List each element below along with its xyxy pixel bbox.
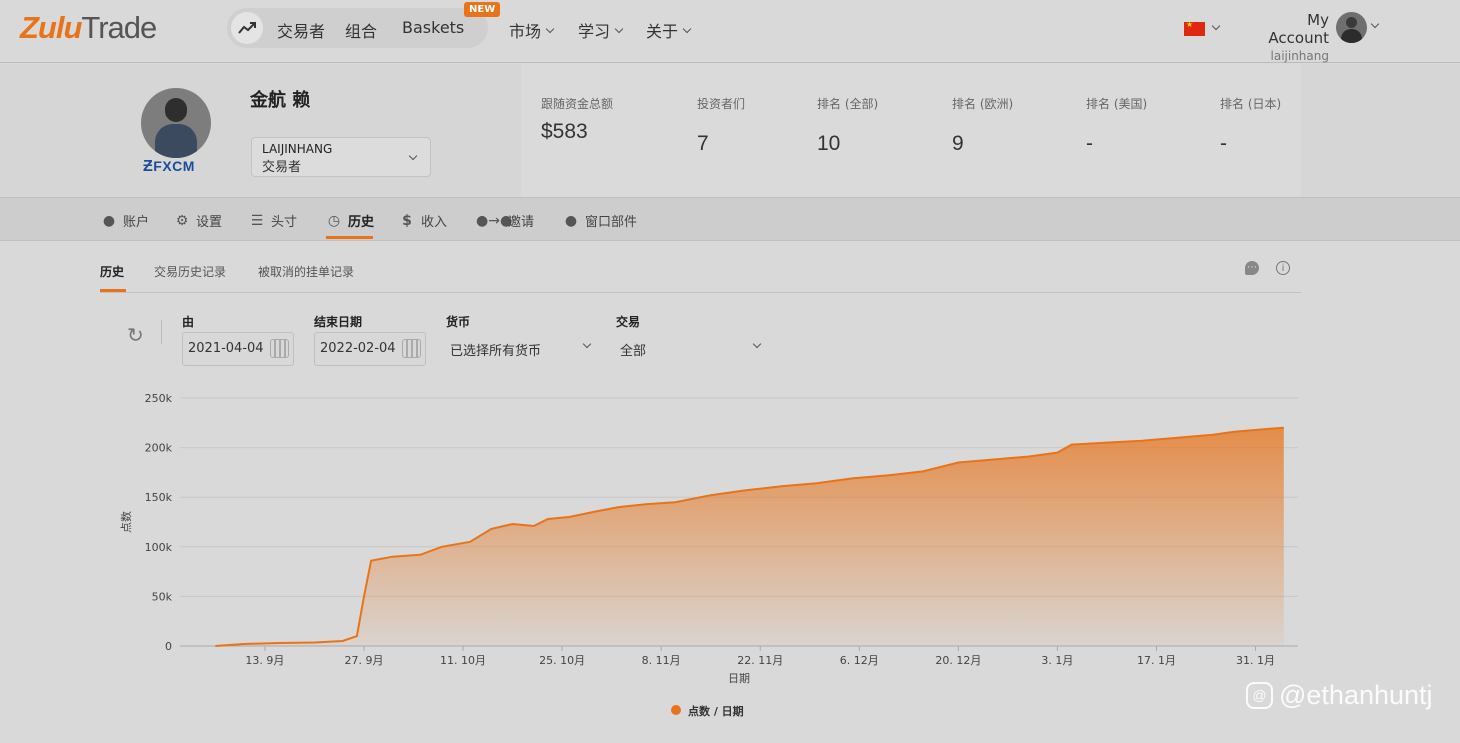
x-tick-label: 20. 12月	[935, 654, 981, 667]
x-tick-label: 3. 1月	[1041, 654, 1073, 667]
subtab-trade-history[interactable]: 交易历史记录	[154, 263, 226, 280]
list-icon: ☰	[250, 212, 264, 229]
x-tick-label: 31. 1月	[1236, 654, 1275, 667]
widget-icon: ●	[564, 212, 578, 229]
x-tick-label: 6. 12月	[840, 654, 879, 667]
info-icon[interactable]: i	[1276, 261, 1290, 275]
chevron-down-icon	[545, 24, 555, 33]
nav-traders[interactable]: 交易者	[277, 18, 325, 42]
new-badge: NEW	[464, 2, 501, 17]
x-tick-label: 27. 9月	[344, 654, 383, 667]
stat-rank-all: 排名 (全部) 10	[817, 97, 879, 155]
y-axis-label: 点数	[120, 511, 133, 533]
calendar-icon[interactable]	[270, 339, 289, 358]
stat-rank-us: 排名 (美国) -	[1086, 97, 1148, 155]
menu-learn[interactable]: 学习	[578, 18, 624, 42]
legend-label: 点数 / 日期	[688, 704, 744, 718]
active-subtab-indicator	[100, 289, 126, 292]
x-axis-label: 日期	[728, 672, 750, 685]
menu-about[interactable]: 关于	[646, 18, 692, 42]
chevron-down-icon[interactable]	[1211, 21, 1221, 31]
dollar-icon: $	[402, 212, 412, 229]
china-flag-icon[interactable]	[1184, 20, 1205, 36]
nav-baskets[interactable]: Baskets	[402, 18, 464, 37]
tab-account[interactable]: ● 账户	[101, 211, 149, 231]
trader-profile: ƵFXCM 金航 赖 LAIJINHANG 交易者 跟随资金总额 $583 投资者…	[0, 64, 1460, 197]
stat-follower-funds: 跟随资金总额 $583	[541, 97, 614, 143]
x-tick-label: 25. 10月	[539, 654, 585, 667]
y-tick-label: 250k	[145, 392, 173, 405]
nav-pill: 交易者 组合 Baskets	[227, 8, 488, 48]
user-icon: ●	[102, 212, 116, 229]
chevron-down-icon[interactable]	[1370, 19, 1380, 29]
tab-invite[interactable]: ●→● 邀请	[476, 211, 534, 231]
divider	[161, 320, 162, 344]
stat-rank-japan: 排名 (日本) -	[1220, 97, 1282, 155]
chevron-down-icon	[614, 24, 624, 33]
x-tick-label: 17. 1月	[1137, 654, 1176, 667]
currency-select[interactable]: 已选择所有货币	[450, 339, 594, 359]
account-selector[interactable]: LAIJINHANG 交易者	[251, 137, 431, 177]
y-tick-label: 200k	[145, 442, 173, 455]
gear-icon: ⚙	[175, 212, 189, 229]
x-tick-label: 13. 9月	[245, 654, 284, 667]
from-date-input[interactable]: 2021-04-04	[182, 332, 294, 366]
trade-select[interactable]: 全部	[620, 339, 764, 359]
chevron-down-icon	[582, 339, 592, 349]
stats-panel: 跟随资金总额 $583 投资者们 7 排名 (全部) 10 排名 (欧洲) 9 排名 (…	[521, 64, 1301, 197]
to-label: 结束日期	[314, 315, 363, 329]
points-chart: 0 50k 100k 150k 200k 250k 13. 9月 27. 9月 11. 10月 2…	[120, 392, 1298, 718]
broker-logo: ƵFXCM	[143, 158, 195, 175]
x-tick-label: 11. 10月	[440, 654, 486, 667]
active-tab-indicator	[326, 236, 373, 239]
comment-icon[interactable]: ⋯	[1245, 261, 1259, 275]
chevron-down-icon	[682, 24, 692, 33]
nav-portfolio[interactable]: 组合	[345, 18, 377, 42]
stat-rank-europe: 排名 (欧洲) 9	[952, 97, 1014, 155]
x-tick-label: 8. 11月	[642, 654, 681, 667]
y-tick-label: 0	[165, 640, 172, 653]
series-area	[215, 427, 1284, 646]
subtab-divider	[100, 292, 1301, 293]
trader-avatar	[141, 88, 211, 158]
subtab-cancelled-orders[interactable]: 被取消的挂单记录	[258, 263, 354, 280]
stat-investors: 投资者们 7	[697, 97, 746, 155]
calendar-icon[interactable]	[402, 339, 421, 358]
my-account[interactable]: My Account laijinhang	[1242, 11, 1329, 63]
y-tick-label: 100k	[145, 541, 173, 554]
trader-name: 金航 赖	[250, 90, 311, 111]
invite-icon: ●→●	[476, 212, 513, 229]
profile-tabs: ● 账户 ⚙ 设置 ☰ 头寸 ◷ 历史 $ 收入 ●→● 邀请 ● 窗口部件	[0, 197, 1460, 241]
legend-marker	[671, 705, 681, 715]
weibo-icon: @	[1246, 682, 1273, 709]
watermark: @ @ethanhuntj	[1246, 680, 1433, 711]
tab-history[interactable]: ◷ 历史	[326, 211, 374, 231]
trade-label: 交易	[616, 315, 641, 329]
tab-positions[interactable]: ☰ 头寸	[249, 211, 297, 231]
tab-settings[interactable]: ⚙ 设置	[174, 211, 222, 231]
top-navbar: ZuluTrade 交易者 组合 Baskets NEW 市场 学习 关于 My…	[0, 0, 1460, 63]
zulutrade-logo[interactable]: ZuluTrade	[20, 10, 157, 46]
x-tick-label: 22. 11月	[737, 654, 783, 667]
y-tick-label: 150k	[145, 491, 173, 504]
y-tick-label: 50k	[152, 590, 173, 603]
clock-icon: ◷	[327, 212, 341, 229]
currency-label: 货币	[446, 315, 471, 329]
refresh-icon[interactable]: ↻	[127, 323, 144, 347]
tab-income[interactable]: $ 收入	[399, 211, 447, 231]
account-avatar[interactable]	[1336, 12, 1367, 43]
trending-icon[interactable]	[231, 12, 263, 44]
from-label: 由	[182, 315, 195, 329]
menu-markets[interactable]: 市场	[509, 18, 555, 42]
chevron-down-icon	[752, 339, 762, 349]
subtab-history[interactable]: 历史	[100, 263, 124, 280]
to-date-input[interactable]: 2022-02-04	[314, 332, 426, 366]
tab-widgets[interactable]: ● 窗口部件	[563, 211, 637, 231]
